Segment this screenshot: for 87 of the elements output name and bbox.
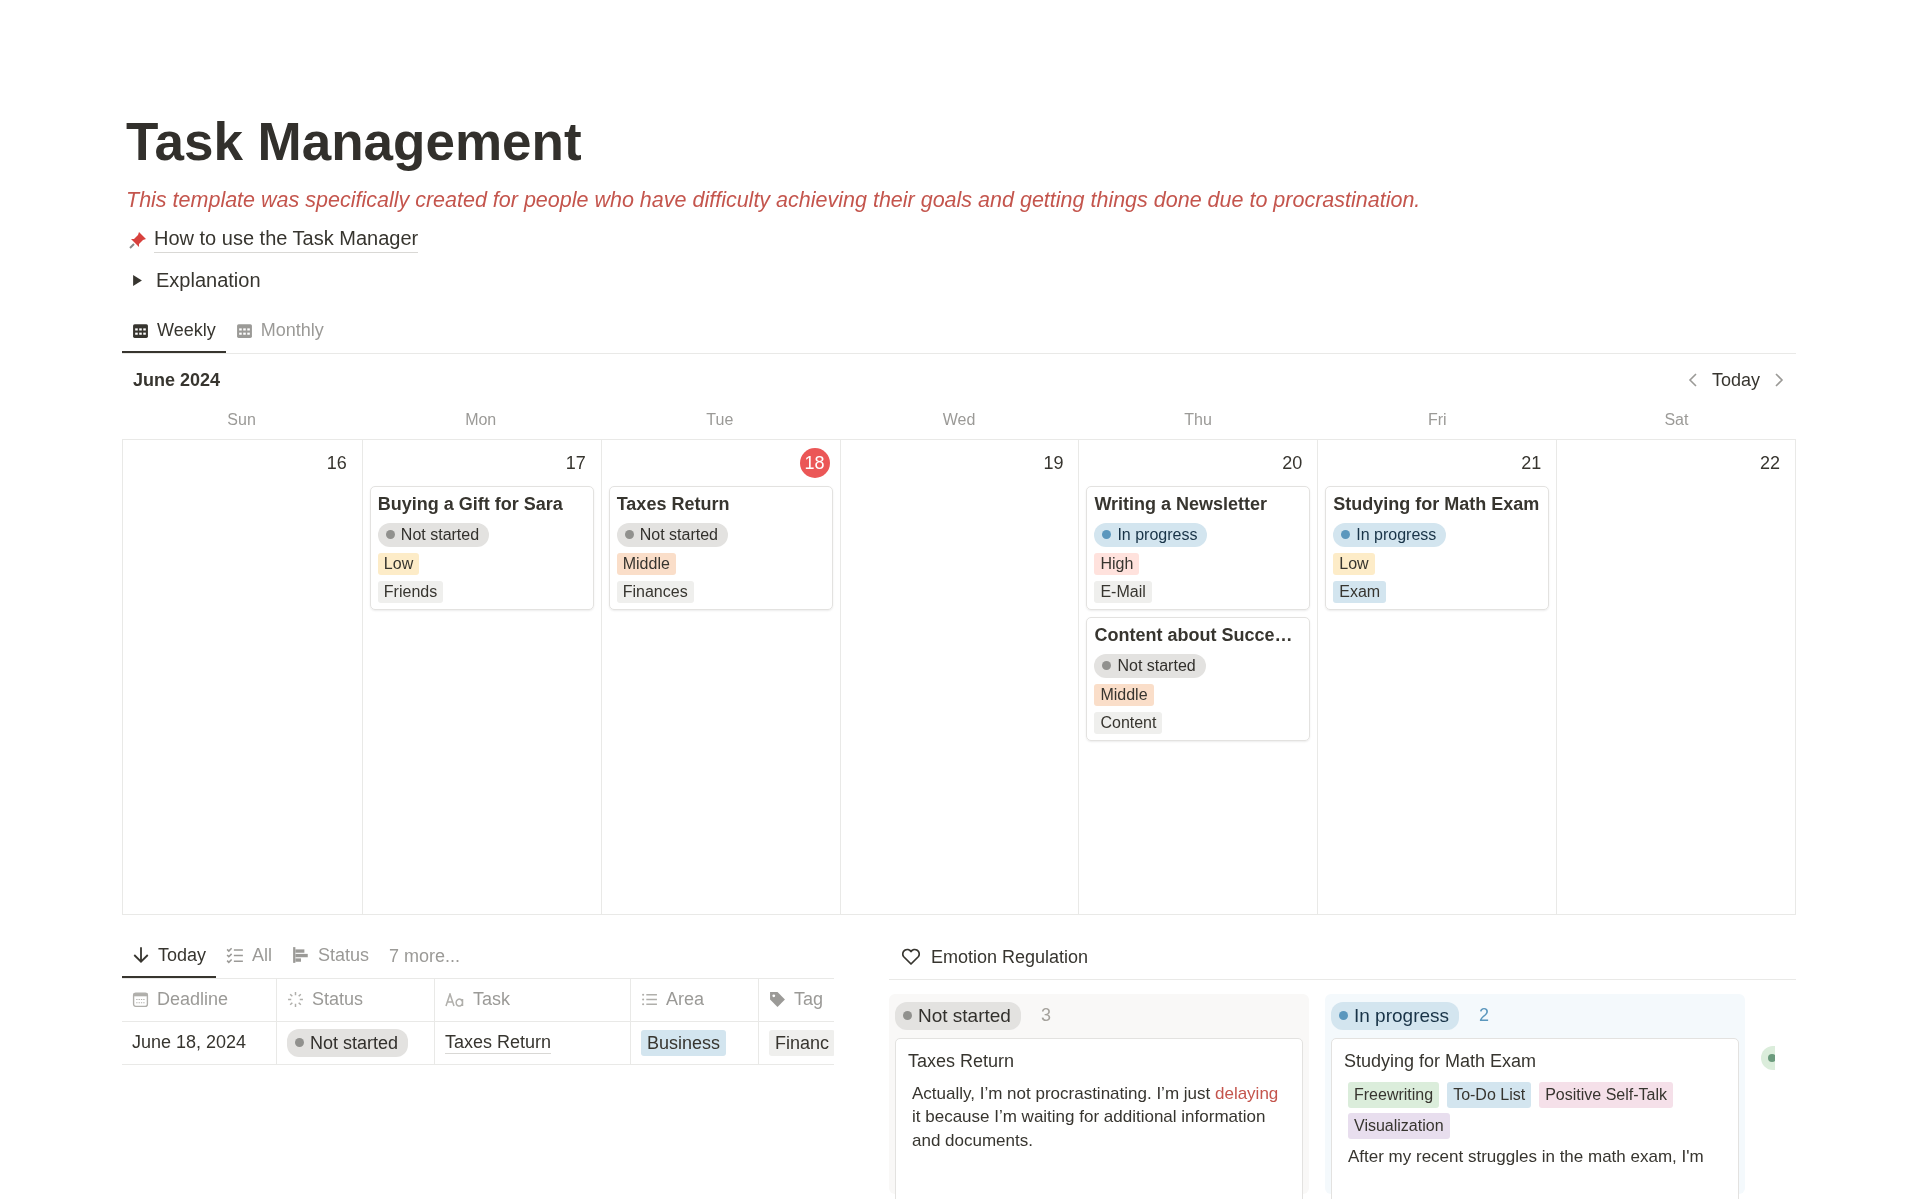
column-label: Task [473,989,510,1011]
chevron-left-icon[interactable] [1687,372,1698,389]
event-card[interactable]: Writing a Newsletter In progress High E-Mail [1086,485,1311,610]
weekday-label: Thu [1184,410,1212,429]
month-label: June 2024 [133,369,221,391]
weekday-label: Sun [227,410,256,429]
card-title: Studying for Math Exam [1344,1050,1538,1072]
priority-tag: Middle [616,552,676,575]
event-title: Studying for Math Exam [1333,493,1540,515]
priority-tag: Middle [1094,683,1154,706]
board-title: Emotion Regulation [931,946,1089,968]
event-title: Writing a Newsletter [1094,493,1268,515]
card-text: Actually, I’m not procrastinating. I’m just delaying it because I’m waiting for additional information and documents. [912,1082,1280,1153]
area-tag: Content [1094,711,1163,734]
toggle-label: Explanation [156,268,261,292]
calendar-icon [132,991,149,1009]
date-number: 21 [1520,451,1543,475]
view-tab[interactable]: Today [122,936,217,978]
weekday-label: Wed [942,410,976,429]
date-number: 19 [1042,451,1065,475]
status-pill: Not started [377,522,490,547]
event-card[interactable]: Content about Succe… Not started Middle Content [1086,616,1311,741]
event-title: Content about Succe… [1094,624,1293,646]
calendar-icon [235,321,253,339]
weekday-label: Sat [1664,410,1689,429]
status-pill: In progress [1331,1001,1460,1030]
date-number: 22 [1759,451,1781,475]
triangle-icon [132,274,143,286]
area-tag: Business [641,1029,727,1056]
method-tag: Visualization [1348,1112,1450,1139]
event-card[interactable]: Taxes Return Not started Middle Finances [608,485,833,610]
page-description: This template was specifically created for people who have difficulty achieving their goals and getting things done due to procrastination. [126,187,1422,213]
column-label: Deadline [157,989,229,1011]
card-text: After my recent struggles in the math exam, I'm [1348,1145,1705,1168]
status-pill: In progress [1333,522,1447,547]
tag-icon [769,991,786,1009]
method-tag: Positive Self-Talk [1539,1081,1673,1108]
status-pill: In progress [1094,522,1208,547]
priority-tag: Low [1333,552,1375,575]
date-number: 18 [799,447,830,478]
area-tag: Exam [1333,580,1387,603]
status-pill: Not started [287,1028,409,1057]
area-tag: Friends [377,580,444,603]
group-count: 2 [1479,1005,1490,1027]
checklist-icon [226,946,245,965]
area-tag: E-Mail [1094,580,1152,603]
calendar-icon [132,321,149,339]
date-number: 16 [325,451,348,475]
event-title: Taxes Return [616,493,730,515]
board-card[interactable]: Taxes Return Actually, I’m not procrastinating. I’m just delaying it because I’m waiting for additional information and documents. [895,1037,1303,1199]
pushpin-icon [128,229,148,250]
page-link[interactable]: How to use the Task Manager [154,226,419,253]
area-tag: Finances [616,580,694,603]
heart-icon [901,948,921,967]
column-label: Area [666,989,705,1011]
loading-icon [287,991,304,1009]
weekday-label: Fri [1427,410,1447,429]
weekday-label: Tue [706,410,734,429]
today-button[interactable]: Today [1711,369,1760,391]
card-title: Taxes Return [908,1050,1016,1072]
event-card[interactable]: Buying a Gift for Sara Not started Low Friends [369,485,594,610]
column-label: Tag [794,989,824,1011]
event-title: Buying a Gift for Sara [377,493,563,515]
status-pill: Not started [895,1001,1021,1030]
tag-chip: Financ [769,1029,834,1056]
group-count: 3 [1040,1005,1051,1027]
status-pill: Not started [1094,653,1206,678]
method-tag: To-Do List [1447,1081,1532,1108]
priority-tag: High [1094,552,1140,575]
date-number: 20 [1281,451,1304,475]
board-card[interactable]: Studying for Math Exam Freewriting To-Do List Positive Self-Talk Visualization After my recent struggles in the math exam, I'm [1331,1037,1739,1199]
event-card[interactable]: Studying for Math Exam In progress Low Exam [1325,485,1550,610]
status-pill: Not started [616,522,728,547]
deadline-cell: June 18, 2024 [132,1032,247,1054]
chevron-right-icon[interactable] [1774,372,1784,389]
priority-tag: Low [377,552,420,575]
column-label: Status [312,989,364,1011]
task-title[interactable]: Taxes Return [445,1031,552,1054]
date-number: 17 [564,451,587,475]
text-icon [445,992,465,1007]
page-title: Task Management [126,111,583,173]
arrow-down-icon [132,946,150,965]
method-tag: Freewriting [1348,1081,1440,1108]
weekday-label: Mon [465,410,497,429]
view-tab[interactable]: Weekly [122,311,226,353]
bar-chart-icon [292,946,311,965]
explanation-toggle[interactable]: Explanation [132,268,261,292]
